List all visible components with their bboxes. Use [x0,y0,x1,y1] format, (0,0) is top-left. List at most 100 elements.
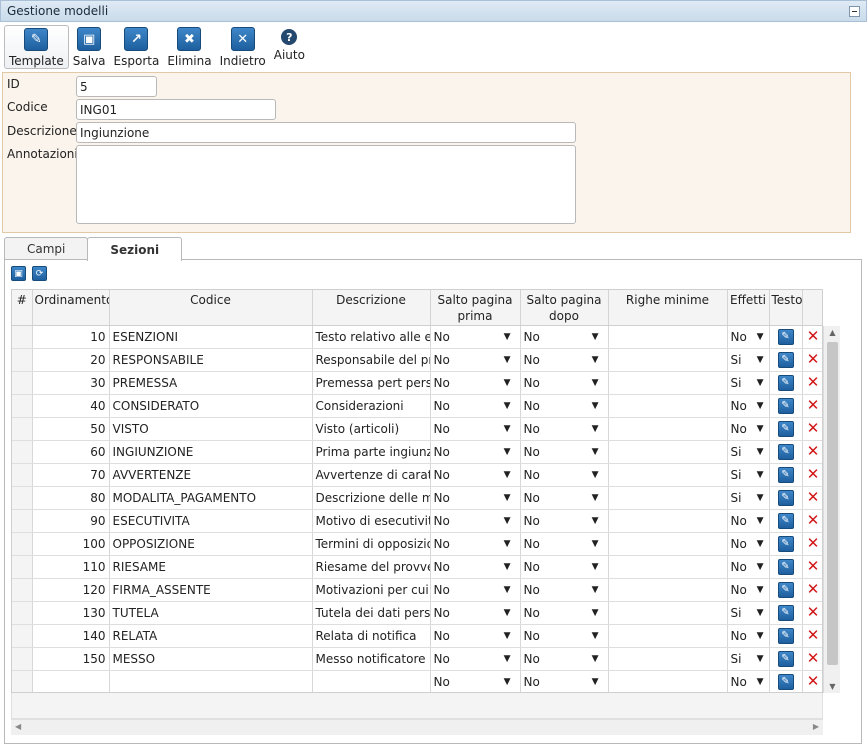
edit-text-icon[interactable]: ✎ [777,443,794,460]
dropdown-arrow-icon[interactable]: ▼ [592,608,599,618]
dropdown-arrow-icon[interactable]: ▼ [592,631,599,641]
cell-testo[interactable]: ✎ [769,647,803,671]
dropdown-arrow-icon[interactable]: ▼ [757,401,764,411]
cell-salto-dopo[interactable]: No ▼ [520,601,609,625]
cell-salto-prima[interactable]: No ▼ [430,440,521,464]
cell-effetti[interactable]: No ▼ [727,394,770,418]
dropdown-arrow-icon[interactable]: ▼ [592,585,599,595]
edit-text-icon[interactable]: ✎ [777,558,794,575]
cell-salto-prima[interactable]: No ▼ [430,624,521,648]
dropdown-arrow-icon[interactable]: ▼ [592,447,599,457]
col-ordinamento[interactable]: Ordinamento [32,290,110,326]
cell-righe-minime[interactable] [608,348,728,372]
cell-testo[interactable]: ✎ [769,601,803,625]
cell-testo[interactable]: ✎ [769,670,803,692]
cell-delete[interactable]: ✕ [802,601,822,625]
vertical-scrollbar[interactable]: ▲ ▼ [823,326,840,693]
delete-row-icon[interactable]: ✕ [806,513,821,528]
dropdown-arrow-icon[interactable]: ▼ [504,355,511,365]
delete-row-icon[interactable]: ✕ [806,352,821,367]
dropdown-arrow-icon[interactable]: ▼ [757,378,764,388]
dropdown-arrow-icon[interactable]: ▼ [592,516,599,526]
cell-delete[interactable]: ✕ [802,394,822,418]
cell-testo[interactable]: ✎ [769,348,803,372]
cell-descrizione[interactable]: Messo notificatore [312,647,431,671]
cell-effetti[interactable]: No ▼ [727,555,770,579]
cell-delete[interactable]: ✕ [802,532,822,556]
annotazioni-field[interactable] [76,145,576,224]
cell-salto-prima[interactable]: No ▼ [430,348,521,372]
table-row[interactable]: 80 MODALITA_PAGAMENTO Descrizione delle mo… [12,486,822,510]
cell-salto-dopo[interactable]: No ▼ [520,555,609,579]
cell-descrizione[interactable]: Riesame del provvec [312,555,431,579]
cell-salto-dopo[interactable]: No ▼ [520,348,609,372]
cell-righe-minime[interactable] [608,325,728,349]
cell-effetti[interactable]: Si ▼ [727,371,770,395]
col-salto-dopo[interactable]: Salto pagina dopo [520,290,609,326]
cell-delete[interactable]: ✕ [802,624,822,648]
cell-testo[interactable]: ✎ [769,417,803,441]
table-row[interactable]: 40 CONSIDERATO Considerazioni No ▼ No ▼ No ▼ ✎ ✕ [12,394,822,418]
dropdown-arrow-icon[interactable]: ▼ [504,677,511,687]
cell-ordinamento[interactable]: 140 [32,624,110,648]
cell-codice[interactable] [109,670,313,692]
edit-text-icon[interactable]: ✎ [777,489,794,506]
cell-codice[interactable]: ESENZIONI [109,325,313,349]
cell-ordinamento[interactable]: 50 [32,417,110,441]
cell-salto-dopo[interactable]: No ▼ [520,532,609,556]
cell-testo[interactable]: ✎ [769,578,803,602]
delete-row-icon[interactable]: ✕ [806,605,821,620]
cell-ordinamento[interactable]: 70 [32,463,110,487]
col-descrizione[interactable]: Descrizione [312,290,431,326]
cell-delete[interactable]: ✕ [802,578,822,602]
edit-text-icon[interactable]: ✎ [777,581,794,598]
table-row[interactable]: 10 ESENZIONI Testo relativo alle es No ▼ No ▼ N… [12,325,822,349]
edit-text-icon[interactable]: ✎ [777,374,794,391]
dropdown-arrow-icon[interactable]: ▼ [504,378,511,388]
table-row[interactable]: 100 OPPOSIZIONE Termini di opposizio No ▼ No ▼… [12,532,822,556]
dropdown-arrow-icon[interactable]: ▼ [504,539,511,549]
delete-row-icon[interactable]: ✕ [806,674,821,689]
dropdown-arrow-icon[interactable]: ▼ [504,608,511,618]
cell-salto-prima[interactable]: No ▼ [430,417,521,441]
cell-delete[interactable]: ✕ [802,647,822,671]
cell-ordinamento[interactable]: 120 [32,578,110,602]
edit-text-icon[interactable]: ✎ [777,673,794,690]
cell-descrizione[interactable] [312,670,431,692]
table-row[interactable]: 20 RESPONSABILE Responsabile del pro No ▼ No ▼… [12,348,822,372]
cell-delete[interactable]: ✕ [802,440,822,464]
elimina-button[interactable]: ✖ Elimina [163,25,215,69]
dropdown-arrow-icon[interactable]: ▼ [757,424,764,434]
row-selector[interactable] [12,325,33,349]
cell-testo[interactable]: ✎ [769,532,803,556]
cell-descrizione[interactable]: Prima parte ingiunzio [312,440,431,464]
scroll-thumb[interactable] [827,342,838,665]
cell-ordinamento[interactable]: 40 [32,394,110,418]
cell-righe-minime[interactable] [608,578,728,602]
cell-righe-minime[interactable] [608,371,728,395]
cell-ordinamento[interactable]: 60 [32,440,110,464]
cell-salto-prima[interactable]: No ▼ [430,670,521,692]
cell-salto-prima[interactable]: No ▼ [430,371,521,395]
scroll-left-icon[interactable]: ◀ [15,722,21,731]
cell-codice[interactable]: RIESAME [109,555,313,579]
dropdown-arrow-icon[interactable]: ▼ [504,654,511,664]
table-row[interactable]: 130 TUTELA Tutela dei dati perso No ▼ No ▼ Si ▼ ✎… [12,601,822,625]
dropdown-arrow-icon[interactable]: ▼ [757,585,764,595]
delete-row-icon[interactable]: ✕ [806,444,821,459]
cell-salto-dopo[interactable]: No ▼ [520,371,609,395]
cell-codice[interactable]: CONSIDERATO [109,394,313,418]
dropdown-arrow-icon[interactable]: ▼ [504,631,511,641]
cell-salto-prima[interactable]: No ▼ [430,555,521,579]
cell-ordinamento[interactable] [32,670,110,692]
delete-row-icon[interactable]: ✕ [806,467,821,482]
table-row[interactable]: 60INGIUNZIONEPrima parte ingiunzioNo▼No▼… [12,440,822,464]
cell-ordinamento[interactable]: 90 [32,509,110,533]
edit-text-icon[interactable]: ✎ [777,397,794,414]
cell-salto-prima[interactable]: No ▼ [430,532,521,556]
cell-salto-dopo[interactable]: No ▼ [520,624,609,648]
dropdown-arrow-icon[interactable]: ▼ [504,447,511,457]
cell-righe-minime[interactable] [608,394,728,418]
cell-righe-minime[interactable] [608,440,728,464]
col-righe-minime[interactable]: Righe minime [608,290,728,326]
